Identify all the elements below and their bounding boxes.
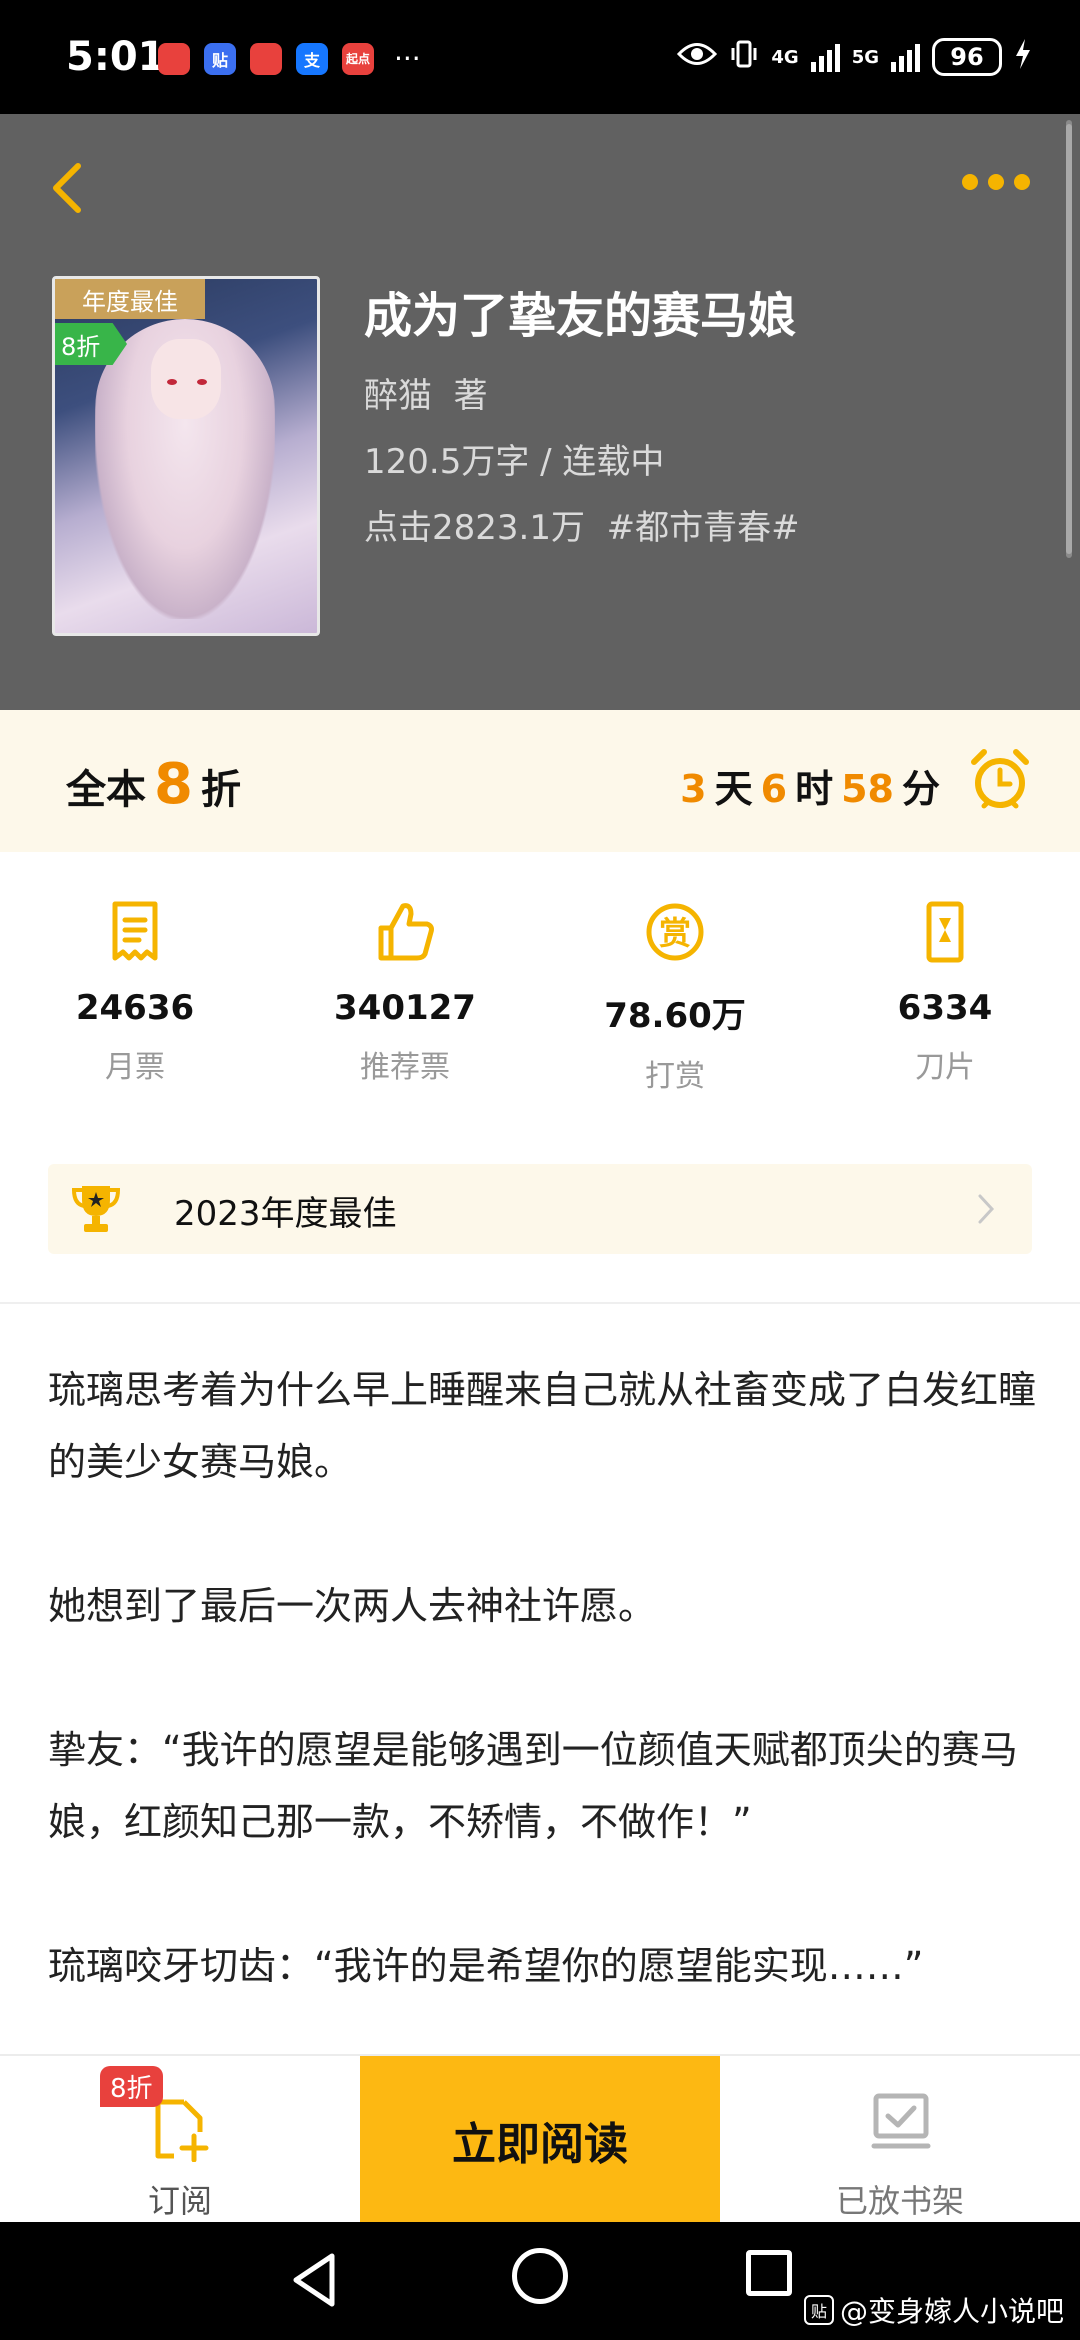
countdown-days: 3 — [680, 767, 707, 811]
stat-reward[interactable]: 赏 78.60万 打赏 — [540, 852, 810, 1152]
blade-icon — [926, 901, 964, 963]
synopsis-paragraph: 她想到了最后一次两人去神社许愿。 — [48, 1584, 657, 1628]
system-nav-bar: 贴 @变身嫁人小说吧 — [0, 2222, 1080, 2340]
stat-blade[interactable]: 6334 刀片 — [810, 852, 1080, 1152]
cover-badge-year: 年度最佳 — [55, 279, 205, 319]
cover-eye — [197, 379, 207, 385]
synopsis-paragraph: 挚友：“我许的愿望是能够遇到一位颜值天赋都顶尖的赛马娘，红颜知己那一款，不矫情，… — [48, 1728, 1018, 1844]
award-text: 2023年度最佳 — [174, 1194, 397, 1234]
stat-label: 月票 — [105, 1050, 165, 1085]
book-synopsis[interactable]: 琉璃思考着为什么早上睡醒来自己就从社畜变成了白发红瞳的美少女赛马娘。 她想到了最… — [48, 1354, 1038, 2002]
more-button[interactable] — [962, 174, 1030, 190]
bookshelf-added-icon — [871, 2093, 931, 2149]
nav-recent-apps-icon[interactable] — [746, 2250, 792, 2296]
countdown-days-unit: 天 — [714, 767, 753, 811]
signal-bars-icon — [810, 42, 840, 72]
signal-4g-label: 4G — [771, 46, 799, 68]
monthly-ticket-icon — [112, 901, 158, 961]
trophy-icon — [71, 1186, 121, 1232]
discount-suffix: 折 — [200, 767, 241, 813]
qidian-icon: 起点 — [342, 42, 374, 75]
signal-5g-label: 5G — [851, 46, 879, 68]
section-divider — [0, 1302, 1080, 1304]
book-cover[interactable]: 年度最佳 8折 — [52, 276, 320, 636]
countdown-hours: 6 — [760, 767, 788, 811]
discount-prefix: 全本 — [66, 767, 146, 813]
discount-countdown: 3 天 6 时 58 分 — [680, 758, 940, 813]
discount-number: 8 — [154, 752, 193, 817]
stat-label: 打赏 — [645, 1059, 705, 1094]
thumbs-up-icon — [378, 903, 434, 961]
dot-icon — [962, 174, 978, 190]
bookshelf-label: 已放书架 — [835, 2182, 964, 2220]
stat-value: 78.60万 — [604, 996, 746, 1036]
stats-row: 24636 月票 340127 推荐票 赏 78.60万 打赏 6334 刀片 — [0, 852, 1080, 1152]
stat-label: 推荐票 — [360, 1050, 450, 1085]
scrollbar-thumb[interactable] — [1066, 124, 1072, 554]
notification-icons: 贴 支 起点 ··· — [158, 42, 421, 75]
vibrate-icon — [729, 39, 759, 76]
nav-back-icon[interactable] — [286, 2248, 346, 2312]
dot-icon — [988, 174, 1004, 190]
synopsis-paragraph: 琉璃咬牙切齿：“我许的是希望你的愿望能实现……” — [48, 1944, 924, 1988]
book-title: 成为了挚友的赛马娘 — [364, 288, 797, 344]
status-right: 4G 5G 96 — [677, 38, 1032, 76]
status-time: 5:01 — [66, 34, 166, 80]
book-header: 年度最佳 8折 成为了挚友的赛马娘 醉猫 著 120.5万字 / 连载中 点击2… — [0, 114, 1080, 710]
book-author[interactable]: 醉猫 著 — [364, 368, 488, 417]
stat-value: 340127 — [334, 988, 476, 1028]
chevron-right-icon — [978, 1194, 995, 1224]
discount-text: 全本 8 折 — [66, 752, 241, 817]
bookshelf-button[interactable]: 已放书架 — [720, 2056, 1080, 2224]
award-row[interactable]: 2023年度最佳 — [48, 1164, 1032, 1254]
stat-monthly-ticket[interactable]: 24636 月票 — [0, 852, 270, 1152]
charging-icon — [1014, 38, 1032, 76]
watermark: 贴 @变身嫁人小说吧 — [803, 2290, 1064, 2330]
read-now-button[interactable]: 立即阅读 — [360, 2056, 720, 2224]
reward-icon: 赏 — [646, 903, 704, 961]
huawei-video-icon — [158, 42, 190, 75]
stat-value: 6334 — [897, 988, 993, 1028]
countdown-minutes: 58 — [841, 767, 894, 811]
svg-text:赏: 赏 — [659, 914, 691, 952]
dot-icon — [1014, 174, 1030, 190]
cover-character-face — [151, 339, 221, 419]
cover-badge-discount: 8折 — [55, 323, 127, 365]
discount-banner: 全本 8 折 3 天 6 时 58 分 — [0, 710, 1080, 852]
huawei-appgallery-icon — [250, 42, 282, 75]
status-bar: 5:01 贴 支 起点 ··· 4G 5G 96 — [0, 0, 1080, 114]
subscribe-icon — [155, 2099, 209, 2162]
book-word-count: 120.5万字 / 连载中 — [364, 442, 665, 482]
watermark-text: @变身嫁人小说吧 — [839, 2295, 1064, 2328]
alipay-icon: 支 — [296, 42, 328, 75]
stat-value: 24636 — [75, 988, 195, 1028]
signal-bars-icon — [891, 42, 920, 72]
cover-eye — [167, 379, 177, 385]
battery-icon: 96 — [932, 38, 1002, 76]
bottom-action-bar: 8折 订阅 立即阅读 已放书架 — [0, 2054, 1080, 2224]
eye-icon — [677, 41, 718, 74]
book-clicks-tag: 点击2823.1万 #都市青春# — [364, 508, 800, 548]
alarm-clock-icon — [971, 749, 1029, 809]
countdown-hours-unit: 时 — [795, 767, 834, 811]
back-button[interactable] — [46, 158, 90, 218]
chevron-left-icon — [53, 163, 81, 213]
subscribe-discount-badge: 8折 — [100, 2066, 163, 2107]
nav-home-icon[interactable] — [512, 2248, 568, 2304]
synopsis-paragraph: 琉璃思考着为什么早上睡醒来自己就从社畜变成了白发红瞳的美少女赛马娘。 — [48, 1368, 1037, 1484]
stat-label: 刀片 — [915, 1050, 975, 1085]
countdown-minutes-unit: 分 — [901, 767, 940, 811]
subscribe-button[interactable]: 8折 订阅 — [0, 2056, 360, 2224]
more-notifications-icon: ··· — [394, 42, 421, 75]
subscribe-label: 订阅 — [147, 2182, 212, 2220]
tieba-logo-icon: 贴 — [803, 2295, 834, 2325]
stat-recommend-ticket[interactable]: 340127 推荐票 — [270, 852, 540, 1152]
tieba-icon: 贴 — [204, 42, 236, 75]
